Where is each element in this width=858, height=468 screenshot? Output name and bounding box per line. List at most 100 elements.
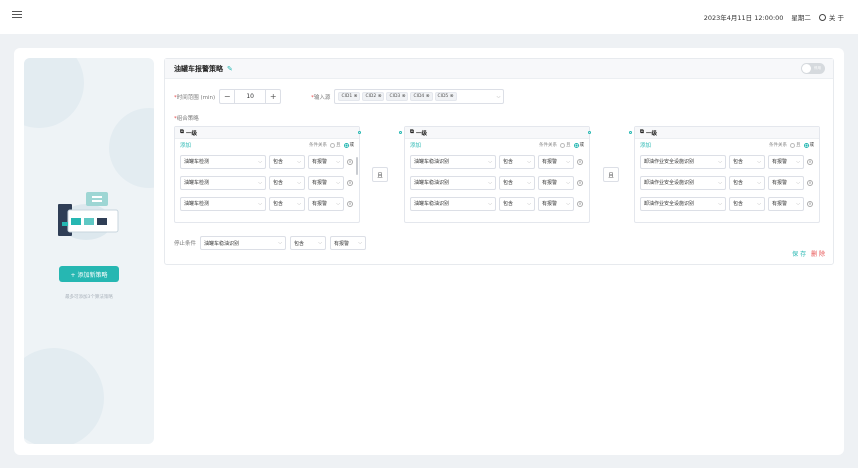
remove-icon[interactable]: × xyxy=(807,179,813,186)
add-strategy-button[interactable]: + 添加新策略 xyxy=(59,266,119,282)
time-range-stepper[interactable]: − 10 + xyxy=(219,89,282,104)
value-select[interactable]: 有报警 ⌵ xyxy=(538,196,574,211)
value-select[interactable]: 有报警 ⌵ xyxy=(538,175,574,190)
operator-select[interactable]: 包含 ⌵ xyxy=(729,175,765,190)
target-select[interactable]: 油罐车检测 ⌵ xyxy=(180,196,266,211)
remove-icon[interactable]: × xyxy=(577,179,583,186)
condition-row: 卸油作业安全设施识别 ⌵ 包含 ⌵ 有报警 ⌵ × xyxy=(635,193,819,214)
source-tag[interactable]: CID1 ⊗ xyxy=(338,92,361,101)
target-select[interactable]: 油罐车稳油识别 ⌵ xyxy=(410,154,496,169)
radio-or[interactable]: 或 xyxy=(803,142,814,148)
operator-select[interactable]: 包含 ⌵ xyxy=(729,196,765,211)
operator-select[interactable]: 包含 ⌵ xyxy=(269,175,305,190)
remove-icon[interactable]: × xyxy=(347,158,353,165)
remove-icon[interactable]: × xyxy=(577,158,583,165)
chevron-down-icon: ⌵ xyxy=(496,93,501,100)
group-relation[interactable]: 且 xyxy=(603,167,619,182)
value-select[interactable]: 有报警 ⌵ xyxy=(768,196,804,211)
strategy-header: 油罐车报警策略 ✎ xyxy=(165,59,833,79)
toggle-knob xyxy=(802,64,811,73)
source-tag[interactable]: CID3 ⊗ xyxy=(386,92,409,101)
source-tag[interactable]: CID2 ⊗ xyxy=(362,92,385,101)
operator-select[interactable]: 包含 ⌵ xyxy=(499,175,535,190)
condition-row: 卸油作业安全设施识别 ⌵ 包含 ⌵ 有报警 ⌵ × xyxy=(635,172,819,193)
scrollbar[interactable] xyxy=(356,157,358,175)
menu-icon[interactable] xyxy=(12,11,22,21)
operator-select[interactable]: 包含 ⌵ xyxy=(499,196,535,211)
operator-select[interactable]: 包含 ⌵ xyxy=(269,154,305,169)
strategy-sidebar: + 添加新策略 最多可添加3个算法策略 xyxy=(24,58,154,444)
radio-or[interactable]: 或 xyxy=(573,142,584,148)
condition-row: 油罐车稳油识别 ⌵ 包含 ⌵ 有报警 ⌵ × xyxy=(405,151,589,172)
info-icon xyxy=(818,13,826,21)
increment-button[interactable]: + xyxy=(266,90,280,103)
value-select[interactable]: 有报警 ⌵ xyxy=(768,175,804,190)
target-select[interactable]: 卸油作业安全设施识别 ⌵ xyxy=(640,154,726,169)
source-select[interactable]: CID1 ⊗ CID2 ⊗ CID3 ⊗ CID4 ⊗ CID5 ⊗ ⌵ xyxy=(334,89,505,104)
decrement-button[interactable]: − xyxy=(220,90,234,103)
target-select[interactable]: 油罐车稳油识别 ⌵ xyxy=(410,196,496,211)
group-toolbar: 添加 条件关系 且 或 xyxy=(175,139,359,151)
value-select[interactable]: 有报警 ⌵ xyxy=(308,175,344,190)
condition-group: ⧉ 一级 添加 条件关系 且 或 油罐车检测 ⌵ 包含 ⌵ 有报警 ⌵ × 油罐车检测 ⌵… xyxy=(174,126,360,223)
target-select[interactable]: 油罐车检测 ⌵ xyxy=(180,154,266,169)
value-select[interactable]: 有报警 ⌵ xyxy=(768,154,804,169)
connector-dot[interactable] xyxy=(358,131,361,134)
datetime: 2023年4月11日 12:00:00 xyxy=(703,14,784,22)
condition-row: 油罐车检测 ⌵ 包含 ⌵ 有报警 ⌵ × xyxy=(175,172,359,193)
delete-button[interactable]: 删 除 xyxy=(811,249,825,258)
target-select[interactable]: 油罐车检测 ⌵ xyxy=(180,175,266,190)
enable-toggle[interactable]: 停用 xyxy=(801,63,825,74)
condition-row: 油罐车稳油识别 ⌵ 包含 ⌵ 有报警 ⌵ × xyxy=(405,193,589,214)
remove-icon[interactable]: × xyxy=(807,200,813,207)
time-source-row: *时间范围 (min) − 10 + *输入源 CID1 ⊗ CID2 ⊗ CI… xyxy=(174,89,505,104)
source-tag[interactable]: CID4 ⊗ xyxy=(410,92,433,101)
stop-value-select[interactable]: 有报警 ⌵ xyxy=(330,236,367,250)
group-relation[interactable]: 且 xyxy=(372,167,388,182)
group-header: ⧉ 一级 xyxy=(635,127,819,139)
operator-select[interactable]: 包含 ⌵ xyxy=(729,154,765,169)
radio-or[interactable]: 或 xyxy=(343,142,354,148)
radio-and[interactable]: 且 xyxy=(330,142,341,148)
target-select[interactable]: 卸油作业安全设施识别 ⌵ xyxy=(640,196,726,211)
operator-select[interactable]: 包含 ⌵ xyxy=(269,196,305,211)
target-select[interactable]: 油罐车稳油识别 ⌵ xyxy=(410,175,496,190)
remove-icon[interactable]: × xyxy=(807,158,813,165)
stop-operator-select[interactable]: 包含 ⌵ xyxy=(290,236,327,250)
toggle-text: 停用 xyxy=(814,66,821,70)
group-header: ⧉ 一级 xyxy=(405,127,589,139)
edit-icon[interactable]: ✎ xyxy=(227,65,233,73)
group-icon: ⧉ xyxy=(640,129,644,135)
add-condition-link[interactable]: 添加 xyxy=(640,141,651,149)
top-bar: 2023年4月11日 12:00:00 星期二 关 于 xyxy=(0,0,858,34)
stop-target-select[interactable]: 油罐车稳油识别 ⌵ xyxy=(200,236,287,250)
add-condition-link[interactable]: 添加 xyxy=(180,141,191,149)
add-condition-link[interactable]: 添加 xyxy=(410,141,421,149)
header-right: 2023年4月11日 12:00:00 星期二 关 于 xyxy=(704,12,844,22)
stop-condition-label: 停止条件 xyxy=(174,241,197,247)
connector-dot[interactable] xyxy=(399,131,402,134)
value-select[interactable]: 有报警 ⌵ xyxy=(538,154,574,169)
radio-and[interactable]: 且 xyxy=(560,142,571,148)
target-select[interactable]: 卸油作业安全设施识别 ⌵ xyxy=(640,175,726,190)
value-select[interactable]: 有报警 ⌵ xyxy=(308,196,344,211)
connector-dot[interactable] xyxy=(629,131,632,134)
radio-and[interactable]: 且 xyxy=(790,142,801,148)
remove-icon[interactable]: × xyxy=(347,179,353,186)
save-button[interactable]: 保 存 xyxy=(792,249,806,258)
source-tag[interactable]: CID5 ⊗ xyxy=(434,92,457,101)
group-toolbar: 添加 条件关系 且 或 xyxy=(635,139,819,151)
relation-label: 条件关系 xyxy=(309,143,327,148)
remove-icon[interactable]: × xyxy=(347,200,353,207)
decor-blob xyxy=(24,348,104,444)
value-select[interactable]: 有报警 ⌵ xyxy=(308,154,344,169)
group-title: 一级 xyxy=(185,130,197,137)
stop-condition-row: 停止条件 油罐车稳油识别 ⌵ 包含 ⌵ 有报警 ⌵ xyxy=(174,236,367,250)
condition-row: 油罐车检测 ⌵ 包含 ⌵ 有报警 ⌵ × xyxy=(175,193,359,214)
operator-select[interactable]: 包含 ⌵ xyxy=(499,154,535,169)
remove-icon[interactable]: × xyxy=(577,200,583,207)
about-button[interactable]: 关 于 xyxy=(818,12,844,22)
time-range-value[interactable]: 10 xyxy=(234,90,267,103)
condition-row: 卸油作业安全设施识别 ⌵ 包含 ⌵ 有报警 ⌵ × xyxy=(635,151,819,172)
connector-dot[interactable] xyxy=(588,131,591,134)
